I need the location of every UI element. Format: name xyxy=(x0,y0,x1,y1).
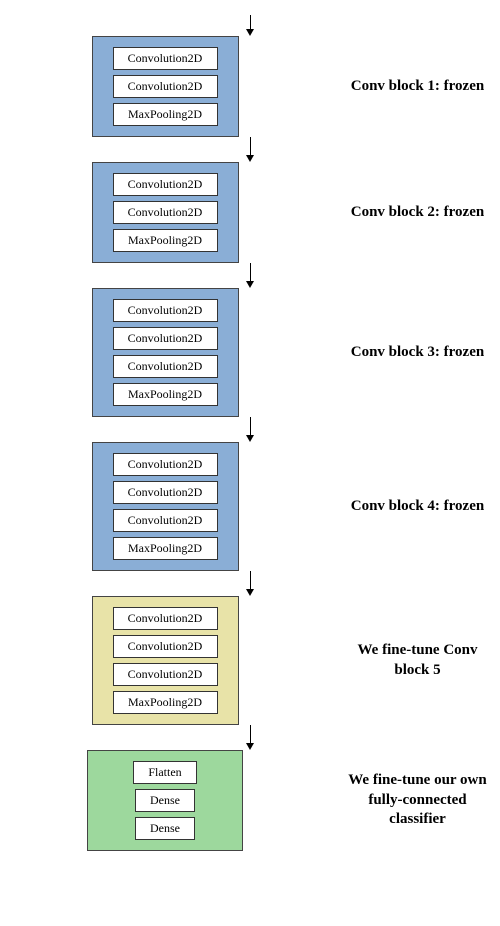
conv-block-2: Convolution2D Convolution2D MaxPooling2D xyxy=(92,162,239,263)
label-block5: We fine-tune Conv block 5 xyxy=(330,641,500,680)
row-block2: Convolution2D Convolution2D MaxPooling2D… xyxy=(0,162,500,263)
layer: Convolution2D xyxy=(113,299,218,322)
layer: MaxPooling2D xyxy=(113,229,218,252)
row-block1: Convolution2D Convolution2D MaxPooling2D… xyxy=(0,36,500,137)
label-block3: Conv block 3: frozen xyxy=(330,343,500,363)
arrow-input xyxy=(246,15,254,36)
diagram-container: Convolution2D Convolution2D MaxPooling2D… xyxy=(0,0,500,851)
layer: Convolution2D xyxy=(113,47,218,70)
layer: Convolution2D xyxy=(113,607,218,630)
row-classifier: Flatten Dense Dense We fine-tune our own… xyxy=(0,750,500,851)
arrow xyxy=(246,571,254,596)
label-block4: Conv block 4: frozen xyxy=(330,497,500,517)
layer: Convolution2D xyxy=(113,509,218,532)
arrow xyxy=(246,263,254,288)
row-block5: Convolution2D Convolution2D Convolution2… xyxy=(0,596,500,725)
conv-block-3: Convolution2D Convolution2D Convolution2… xyxy=(92,288,239,417)
label-classifier: We fine-tune our own fully-connected cla… xyxy=(330,771,500,830)
row-block3: Convolution2D Convolution2D Convolution2… xyxy=(0,288,500,417)
layer: MaxPooling2D xyxy=(113,383,218,406)
classifier-block: Flatten Dense Dense xyxy=(87,750,242,851)
layer: Dense xyxy=(135,789,195,812)
arrow xyxy=(246,137,254,162)
layer: Convolution2D xyxy=(113,355,218,378)
layer: Convolution2D xyxy=(113,663,218,686)
layer: Convolution2D xyxy=(113,635,218,658)
layer: Convolution2D xyxy=(113,453,218,476)
layer: Convolution2D xyxy=(113,201,218,224)
arrow xyxy=(246,417,254,442)
conv-block-1: Convolution2D Convolution2D MaxPooling2D xyxy=(92,36,239,137)
layer: Convolution2D xyxy=(113,75,218,98)
layer: Dense xyxy=(135,817,195,840)
conv-block-5: Convolution2D Convolution2D Convolution2… xyxy=(92,596,239,725)
layer: MaxPooling2D xyxy=(113,103,218,126)
layer: Convolution2D xyxy=(113,327,218,350)
layer: Convolution2D xyxy=(113,481,218,504)
layer: MaxPooling2D xyxy=(113,537,218,560)
label-block2: Conv block 2: frozen xyxy=(330,203,500,223)
layer: Flatten xyxy=(133,761,196,784)
row-block4: Convolution2D Convolution2D Convolution2… xyxy=(0,442,500,571)
label-block1: Conv block 1: frozen xyxy=(330,77,500,97)
arrow xyxy=(246,725,254,750)
layer: Convolution2D xyxy=(113,173,218,196)
layer: MaxPooling2D xyxy=(113,691,218,714)
conv-block-4: Convolution2D Convolution2D Convolution2… xyxy=(92,442,239,571)
